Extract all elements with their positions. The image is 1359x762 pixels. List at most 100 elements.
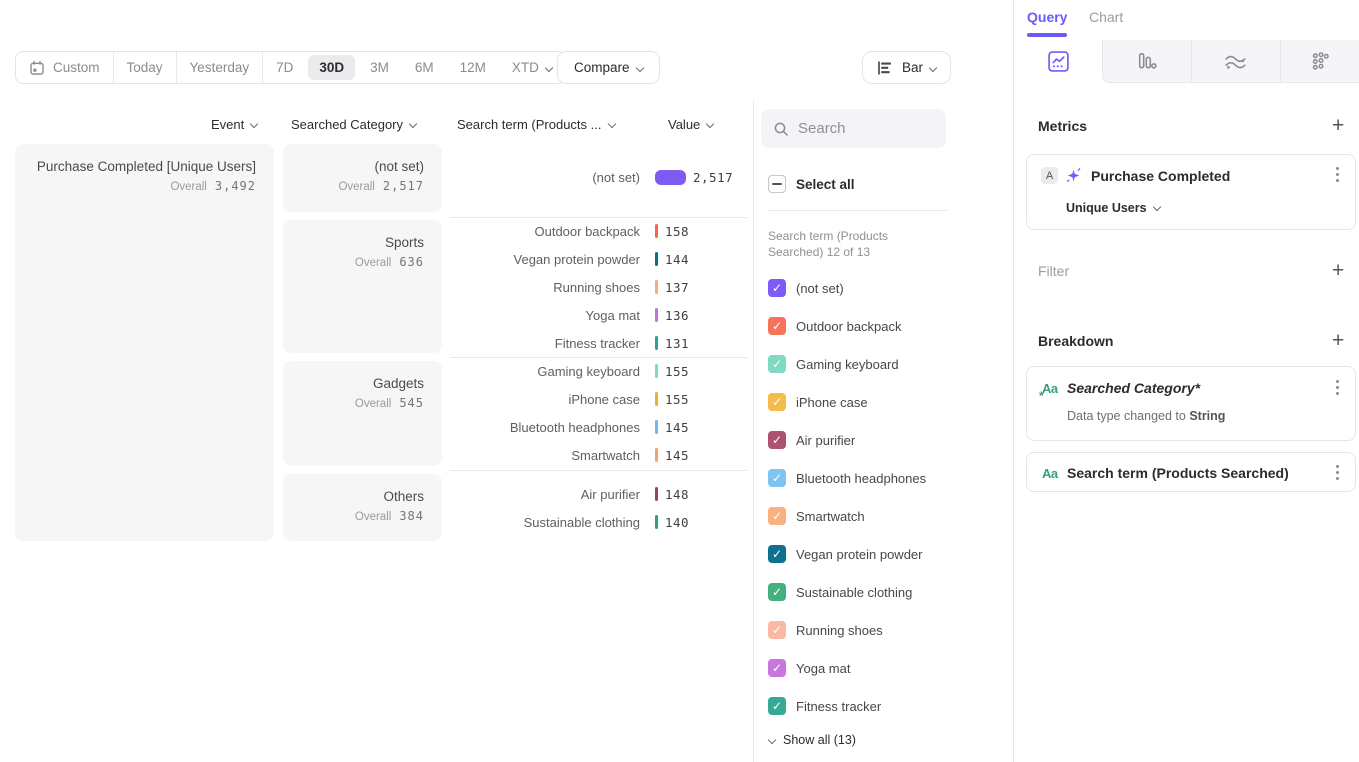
checkbox-checked[interactable]: ✓ — [768, 659, 786, 677]
tab-chart[interactable]: Chart — [1089, 9, 1123, 25]
metric-card[interactable]: A Purchase Completed Unique Users — [1026, 154, 1356, 230]
checkbox-checked[interactable]: ✓ — [768, 279, 786, 297]
value-text: 137 — [665, 280, 689, 295]
table-row[interactable]: (not set) 2,517 — [450, 163, 748, 191]
checkbox-checked[interactable]: ✓ — [768, 621, 786, 639]
legend-item-label: Gaming keyboard — [796, 357, 899, 372]
legend-item[interactable]: ✓ (not set) — [768, 279, 844, 297]
legend-item[interactable]: ✓ Vegan protein powder — [768, 545, 922, 563]
date-range-picker: Custom Today Yesterday 7D 30D 3M 6M 12M … — [15, 51, 566, 84]
legend-item-label: Yoga mat — [796, 661, 850, 676]
legend-item-label: Fitness tracker — [796, 699, 881, 714]
kebab-menu-icon[interactable] — [1336, 173, 1339, 176]
search-input[interactable] — [798, 120, 928, 137]
group-divider — [450, 470, 748, 471]
event-card[interactable]: Purchase Completed [Unique Users] Overal… — [15, 144, 274, 541]
check-icon: ✓ — [772, 355, 782, 373]
legend-item[interactable]: ✓ Air purifier — [768, 431, 855, 449]
add-filter-button[interactable]: + — [1332, 263, 1344, 279]
show-all-button[interactable]: Show all (13) — [769, 733, 856, 747]
legend-item-label: (not set) — [796, 281, 844, 296]
compare-button[interactable]: Compare — [557, 51, 660, 84]
chevron-down-icon — [1152, 203, 1160, 211]
breakdown-card-searched-category[interactable]: Aa* Searched Category* Data type changed… — [1026, 366, 1356, 441]
date-3m-button[interactable]: 3M — [357, 52, 402, 83]
legend-item[interactable]: ✓ Smartwatch — [768, 507, 865, 525]
measure-selector[interactable]: Unique Users — [1066, 201, 1160, 215]
value-bar — [655, 487, 658, 501]
checkbox-checked[interactable]: ✓ — [768, 317, 786, 335]
legend-item[interactable]: ✓ iPhone case — [768, 393, 868, 411]
date-6m-button[interactable]: 6M — [402, 52, 447, 83]
column-header-search-term[interactable]: Search term (Products ... — [457, 117, 615, 132]
date-yesterday-button[interactable]: Yesterday — [177, 52, 263, 83]
table-row[interactable]: Gaming keyboard 155 — [450, 357, 748, 385]
add-metric-button[interactable]: + — [1332, 118, 1344, 134]
date-custom-button[interactable]: Custom — [16, 52, 113, 83]
checkbox-checked[interactable]: ✓ — [768, 583, 786, 601]
category-card-title: Gadgets — [283, 376, 424, 391]
column-header-value[interactable]: Value — [668, 117, 713, 132]
checkbox-checked[interactable]: ✓ — [768, 697, 786, 715]
tab-query[interactable]: Query — [1027, 9, 1067, 25]
legend-caption: Search term (Products Searched) 12 of 13 — [768, 228, 888, 260]
tab-retention[interactable] — [1191, 40, 1280, 83]
table-row[interactable]: Sustainable clothing 140 — [450, 508, 748, 536]
category-card-sports[interactable]: Sports Overall636 — [283, 220, 442, 353]
category-card-not-set[interactable]: (not set) Overall2,517 — [283, 144, 442, 212]
legend-item[interactable]: ✓ Outdoor backpack — [768, 317, 902, 335]
value-text: 144 — [665, 252, 689, 267]
legend-item[interactable]: ✓ Bluetooth headphones — [768, 469, 926, 487]
legend-item[interactable]: ✓ Fitness tracker — [768, 697, 881, 715]
search-term-label: Outdoor backpack — [450, 224, 640, 239]
add-breakdown-button[interactable]: + — [1332, 333, 1344, 349]
breakdown-card-search-term[interactable]: Aa Search term (Products Searched) — [1026, 452, 1356, 492]
column-header-searched-category[interactable]: Searched Category — [291, 117, 416, 132]
check-icon: ✓ — [772, 507, 782, 525]
select-all-row[interactable]: Select all — [768, 175, 855, 193]
date-7d-button[interactable]: 7D — [263, 52, 306, 83]
category-card-gadgets[interactable]: Gadgets Overall545 — [283, 361, 442, 466]
kebab-menu-icon[interactable] — [1336, 471, 1339, 474]
chevron-down-icon — [250, 120, 258, 128]
checkbox-checked[interactable]: ✓ — [768, 545, 786, 563]
kebab-menu-icon[interactable] — [1336, 386, 1339, 389]
tab-flows[interactable] — [1280, 40, 1359, 83]
date-xtd-button[interactable]: XTD — [499, 52, 565, 83]
column-header-label: Searched Category — [291, 117, 403, 132]
checkbox-checked[interactable]: ✓ — [768, 507, 786, 525]
value-bar — [655, 515, 658, 529]
legend-item[interactable]: ✓ Sustainable clothing — [768, 583, 912, 601]
table-row[interactable]: Air purifier 148 — [450, 480, 748, 508]
bar-chart-icon — [877, 61, 893, 75]
legend-item[interactable]: ✓ Running shoes — [768, 621, 883, 639]
tab-funnels[interactable] — [1102, 40, 1191, 83]
table-row[interactable]: Yoga mat 136 — [450, 301, 748, 329]
date-30d-button-selected[interactable]: 30D — [308, 55, 355, 80]
category-card-others[interactable]: Others Overall384 — [283, 474, 442, 541]
table-row[interactable]: Fitness tracker 131 — [450, 329, 748, 357]
legend-item[interactable]: ✓ Yoga mat — [768, 659, 850, 677]
legend-item-label: Sustainable clothing — [796, 585, 912, 600]
table-row[interactable]: Bluetooth headphones 145 — [450, 413, 748, 441]
date-today-button[interactable]: Today — [114, 52, 176, 83]
legend-item-label: Outdoor backpack — [796, 319, 902, 334]
table-row[interactable]: Running shoes 137 — [450, 273, 748, 301]
checkbox-checked[interactable]: ✓ — [768, 431, 786, 449]
select-all-label: Select all — [796, 177, 855, 192]
legend-search-box[interactable] — [761, 109, 946, 148]
legend-item[interactable]: ✓ Gaming keyboard — [768, 355, 899, 373]
column-header-event[interactable]: Event — [211, 117, 257, 132]
table-row[interactable]: Outdoor backpack 158 — [450, 217, 748, 245]
checkbox-checked[interactable]: ✓ — [768, 469, 786, 487]
chart-type-selector[interactable]: Bar — [862, 51, 951, 84]
select-all-checkbox[interactable] — [768, 175, 786, 193]
value-bar — [655, 252, 658, 266]
checkbox-checked[interactable]: ✓ — [768, 393, 786, 411]
table-row[interactable]: iPhone case 155 — [450, 385, 748, 413]
table-row[interactable]: Smartwatch 145 — [450, 441, 748, 469]
checkbox-checked[interactable]: ✓ — [768, 355, 786, 373]
date-12m-button[interactable]: 12M — [447, 52, 499, 83]
tab-insights-active[interactable] — [1014, 40, 1102, 83]
table-row[interactable]: Vegan protein powder 144 — [450, 245, 748, 273]
